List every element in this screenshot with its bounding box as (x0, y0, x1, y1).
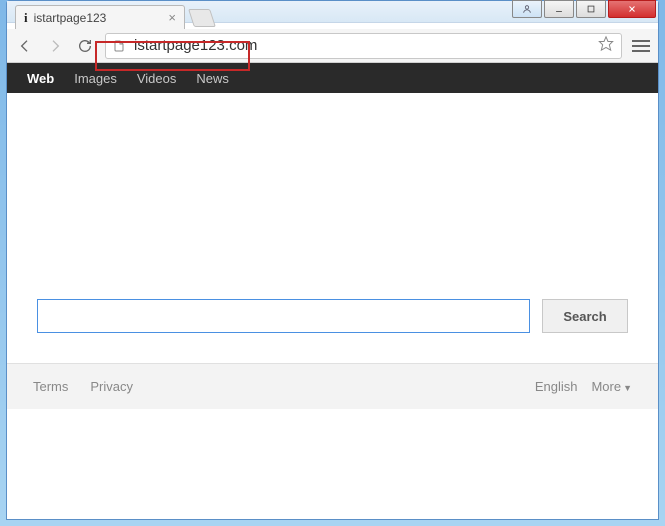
forward-button[interactable] (45, 36, 65, 56)
bottom-whitespace (7, 409, 658, 519)
page-footer: Terms Privacy English More▼ (7, 363, 658, 409)
reload-button[interactable] (75, 36, 95, 56)
chevron-down-icon: ▼ (623, 383, 632, 393)
footer-more-link[interactable]: More▼ (591, 379, 632, 394)
chrome-menu-button[interactable] (632, 40, 650, 52)
maximize-button[interactable] (576, 0, 606, 18)
browser-tab[interactable]: i istartpage123 × (15, 5, 185, 29)
footer-left: Terms Privacy (33, 379, 133, 394)
window-controls (512, 0, 656, 18)
footer-more-label: More (591, 379, 621, 394)
menubar-item-images[interactable]: Images (64, 65, 127, 92)
page-viewport: Web Images Videos News Search Terms Priv… (7, 63, 658, 519)
address-bar[interactable] (105, 33, 622, 59)
page-icon (113, 39, 125, 53)
menubar-item-videos[interactable]: Videos (127, 65, 187, 92)
bookmark-star-icon[interactable] (598, 35, 614, 56)
search-area: Search (7, 93, 658, 363)
footer-terms-link[interactable]: Terms (33, 379, 68, 394)
footer-privacy-link[interactable]: Privacy (90, 379, 133, 394)
menubar-item-news[interactable]: News (186, 65, 239, 92)
browser-toolbar (7, 29, 658, 63)
favicon-icon: i (24, 10, 28, 26)
back-button[interactable] (15, 36, 35, 56)
minimize-button[interactable] (544, 0, 574, 18)
menubar-item-web[interactable]: Web (17, 65, 64, 92)
search-input[interactable] (37, 299, 530, 333)
tab-title: istartpage123 (34, 11, 107, 25)
footer-language-link[interactable]: English (535, 379, 578, 394)
search-button[interactable]: Search (542, 299, 628, 333)
tab-close-icon[interactable]: × (168, 10, 176, 25)
user-button[interactable] (512, 0, 542, 18)
content-area: Search Terms Privacy English More▼ (7, 93, 658, 519)
address-bar-container (105, 33, 622, 59)
browser-window: i istartpage123 × Web Images (6, 0, 659, 520)
footer-right: English More▼ (535, 379, 632, 394)
close-button[interactable] (608, 0, 656, 18)
site-menubar: Web Images Videos News (7, 63, 658, 93)
